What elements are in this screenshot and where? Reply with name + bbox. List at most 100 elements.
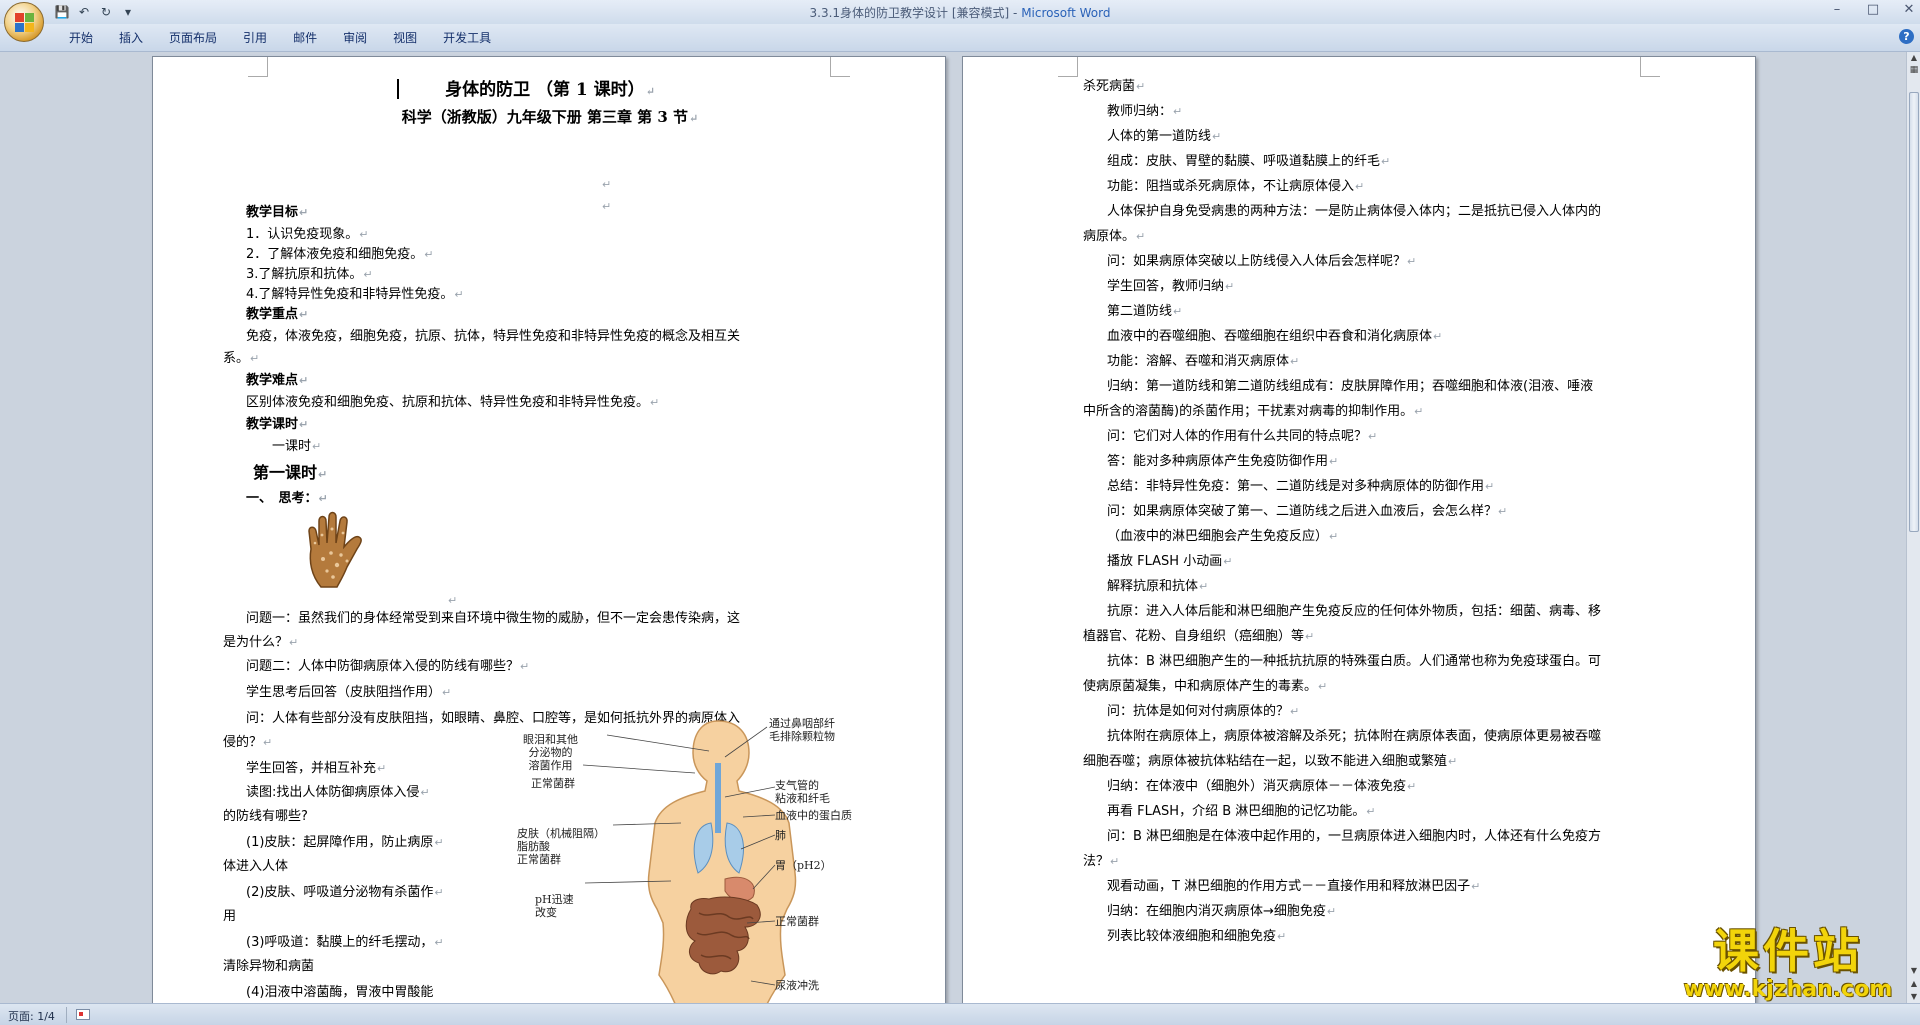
section-heading: 教学课时↵ <box>246 417 309 432</box>
tab-view[interactable]: 视图 <box>380 30 430 46</box>
text-line: 血液中的吞噬细胞、吞噬细胞在组织中吞食和消化病原体↵ <box>1107 329 1443 344</box>
diagram-label: 尿液冲洗 <box>775 979 819 992</box>
section-heading: 教学难点↵ <box>246 373 309 388</box>
text-line: 问题二：人体中防御病原体入侵的防线有哪些？↵ <box>246 659 530 674</box>
scroll-up-icon[interactable]: ▲ <box>1908 52 1920 64</box>
tab-references[interactable]: 引用 <box>230 30 280 46</box>
text-line: 用 <box>223 909 237 924</box>
previous-page-icon[interactable]: ▲ <box>1908 978 1920 990</box>
close-icon[interactable]: ✕ <box>1902 2 1916 18</box>
document-workspace[interactable]: 身体的防卫 （第 1 课时）↵ 科学（浙教版）九年级下册 第三章 第 3 节↵ … <box>0 52 1906 1003</box>
status-divider <box>66 1007 67 1023</box>
watermark-url: www.kjzhan.com <box>1683 977 1893 1002</box>
text-line: 人体的第一道防线↵ <box>1107 129 1222 144</box>
tab-home[interactable]: 开始 <box>56 30 106 46</box>
text-line: 区别体液免疫和细胞免疫、抗原和抗体、特异性免疫和非特异性免疫。↵ <box>246 395 660 410</box>
text-line: (3)呼吸道：黏膜上的纤毛摆动，↵ <box>246 935 444 950</box>
section-heading: 第一课时↵ <box>253 463 328 482</box>
status-bar: 页面: 1/4 <box>0 1003 1920 1025</box>
text-line: 问：抗体是如何对付病原体的？↵ <box>1107 704 1300 719</box>
text-line: 问：它们对人体的作用有什么共同的特点呢？↵ <box>1107 429 1378 444</box>
text-line: 抗原：进入人体后能和淋巴细胞产生免疫反应的任何体外物质，包括：细菌、病毒、移 <box>1107 604 1602 619</box>
maximize-icon[interactable]: □ <box>1866 2 1880 18</box>
section-heading: 教学目标↵ <box>246 205 309 220</box>
ribbon: 开始 插入 页面布局 引用 邮件 审阅 视图 开发工具 ? <box>0 24 1920 52</box>
help-icon[interactable]: ? <box>1899 29 1914 44</box>
text-line: 列表比较体液细胞和细胞免疫↵ <box>1107 929 1287 944</box>
text-line: 法？↵ <box>1083 854 1120 869</box>
document-title-heading: 身体的防卫 （第 1 课时）↵ <box>445 80 655 100</box>
text-line: 学生思考后回答（皮肤阻挡作用）↵ <box>246 685 452 700</box>
office-logo-icon <box>15 13 35 33</box>
tab-review[interactable]: 审阅 <box>330 30 380 46</box>
section-heading: 一、 思考：↵ <box>246 491 328 506</box>
macro-record-icon[interactable] <box>76 1009 90 1020</box>
diagram-label: 正常菌群 <box>775 915 819 928</box>
office-button[interactable] <box>4 2 44 42</box>
text-line: (4)泪液中溶菌酶，胃液中胃酸能 <box>246 985 434 1000</box>
text-line: 细胞吞噬；病原体被抗体粘结在一起，以致不能进入细胞或繁殖↵ <box>1083 754 1458 769</box>
text-line: 问题一：虽然我们的身体经常受到来自环境中微生物的威胁，但不一定会患传染病，这 <box>246 611 741 626</box>
text-line: 杀死病菌↵ <box>1083 79 1146 94</box>
text-line: 功能：溶解、吞噬和消灭病原体↵ <box>1107 354 1300 369</box>
text-line: 侵的？↵ <box>223 735 273 750</box>
text-line: 教师归纳：↵ <box>1107 104 1183 119</box>
tab-page-layout[interactable]: 页面布局 <box>156 30 230 46</box>
text-line: 中所含的溶菌酶)的杀菌作用；干扰素对病毒的抑制作用。↵ <box>1083 404 1424 419</box>
window-title: 3.3.1身体的防卫教学设计 [兼容模式] - Microsoft Word <box>0 4 1920 21</box>
diagram-label: 眼泪和其他 分泌物的 溶菌作用 <box>523 733 578 772</box>
text-line: 再看 FLASH，介绍 B 淋巴细胞的记忆功能。↵ <box>1107 804 1376 819</box>
text-line: 读图:找出人体防御病原体入侵↵ <box>246 785 430 800</box>
text-line: 学生回答，教师归纳↵ <box>1107 279 1235 294</box>
text-line: 使病原菌凝集，中和病原体产生的毒素。↵ <box>1083 679 1328 694</box>
text-line: 免疫，体液免疫，细胞免疫，抗原、抗体，特异性免疫和非特异性免疫的概念及相互关 <box>246 329 741 344</box>
text-line: 清除异物和病菌 <box>223 959 315 974</box>
text-line: 组成：皮肤、胃壁的黏膜、呼吸道黏膜上的纤毛↵ <box>1107 154 1391 169</box>
scroll-down-icon[interactable]: ▼ <box>1908 965 1920 977</box>
text-line: 问：B 淋巴细胞是在体液中起作用的，一旦病原体进入细胞内时，人体还有什么免疫方 <box>1107 829 1602 844</box>
text-line: 问：如果病原体突破以上防线侵入人体后会怎样呢？↵ <box>1107 254 1417 269</box>
text-line: 的防线有哪些? <box>223 809 308 824</box>
text-line: 问：如果病原体突破了第一、二道防线之后进入血液后，会怎么样？↵ <box>1107 504 1508 519</box>
tab-insert[interactable]: 插入 <box>106 30 156 46</box>
text-line: 1．认识免疫现象。↵ <box>246 227 369 242</box>
text-line: 是为什么？↵ <box>223 635 299 650</box>
text-line: 病原体。↵ <box>1083 229 1146 244</box>
text-line: 功能：阻挡或杀死病原体，不让病原体侵入↵ <box>1107 179 1365 194</box>
next-page-icon[interactable]: ▼ <box>1908 991 1920 1003</box>
text-line: 抗体：B 淋巴细胞产生的一种抵抗抗原的特殊蛋白质。人们通常也称为免疫球蛋白。可 <box>1107 654 1602 669</box>
page-count-status[interactable]: 页面: 1/4 <box>8 1008 55 1024</box>
margin-corner-mark <box>248 57 268 77</box>
tab-developer[interactable]: 开发工具 <box>430 30 504 46</box>
text-line: (1)皮肤：起屏障作用，防止病原↵ <box>246 835 444 850</box>
hand-bacteria-image <box>301 509 375 589</box>
ruler-toggle-icon[interactable]: ▦ <box>1908 65 1920 77</box>
diagram-label: 支气管的 粘液和纤毛 <box>775 779 830 805</box>
text-line: 归纳：第一道防线和第二道防线组成有：皮肤屏障作用；吞噬细胞和体液(泪液、唾液 <box>1107 379 1594 394</box>
text-line: 解释抗原和抗体↵ <box>1107 579 1209 594</box>
diagram-label: 通过鼻咽部纤 毛排除颗粒物 <box>769 717 835 743</box>
text-line: 抗体附在病原体上，病原体被溶解及杀死；抗体附在病原体表面，使病原体更易被吞噬 <box>1107 729 1602 744</box>
text-line: 体进入人体 <box>223 859 289 874</box>
vertical-scrollbar[interactable]: ▲ ▦ ▼ ▲ ▼ <box>1906 52 1920 1003</box>
margin-corner-mark <box>830 57 850 77</box>
margin-corner-mark <box>1640 57 1660 77</box>
minimize-icon[interactable]: – <box>1830 2 1844 18</box>
text-line: 归纳：在细胞内消灭病原体→细胞免疫↵ <box>1107 904 1337 919</box>
diagram-label: 皮肤（机械阻隔） 脂肪酸 正常菌群 <box>517 827 605 866</box>
document-page-1[interactable]: 身体的防卫 （第 1 课时）↵ 科学（浙教版）九年级下册 第三章 第 3 节↵ … <box>152 56 946 1003</box>
document-page-2[interactable]: 杀死病菌↵ 教师归纳：↵ 人体的第一道防线↵ 组成：皮肤、胃壁的黏膜、呼吸道黏膜上的纤… <box>962 56 1756 1003</box>
text-line: 观看动画，T 淋巴细胞的作用方式－－直接作用和释放淋巴因子↵ <box>1107 879 1481 894</box>
margin-corner-mark <box>1058 57 1078 77</box>
watermark-text: 课件站 <box>1713 924 1863 978</box>
tab-mailings[interactable]: 邮件 <box>280 30 330 46</box>
document-subtitle: 科学（浙教版）九年级下册 第三章 第 3 节↵ <box>401 108 699 126</box>
diagram-label: 胃（pH2） <box>775 859 832 872</box>
app-name: Microsoft Word <box>1021 6 1111 20</box>
body-defense-diagram: 眼泪和其他 分泌物的 溶菌作用 正常菌群 皮肤（机械阻隔） 脂肪酸 正常菌群 pH迅速… <box>513 713 933 1003</box>
text-line: 一课时↵ <box>272 439 322 454</box>
text-line: ↵ <box>602 178 612 191</box>
text-line: 答：能对多种病原体产生免疫防御作用↵ <box>1107 454 1339 469</box>
scrollbar-thumb[interactable] <box>1909 92 1919 532</box>
watermark-logo: 课件站 www.kjzhan.com <box>1668 923 1908 1005</box>
